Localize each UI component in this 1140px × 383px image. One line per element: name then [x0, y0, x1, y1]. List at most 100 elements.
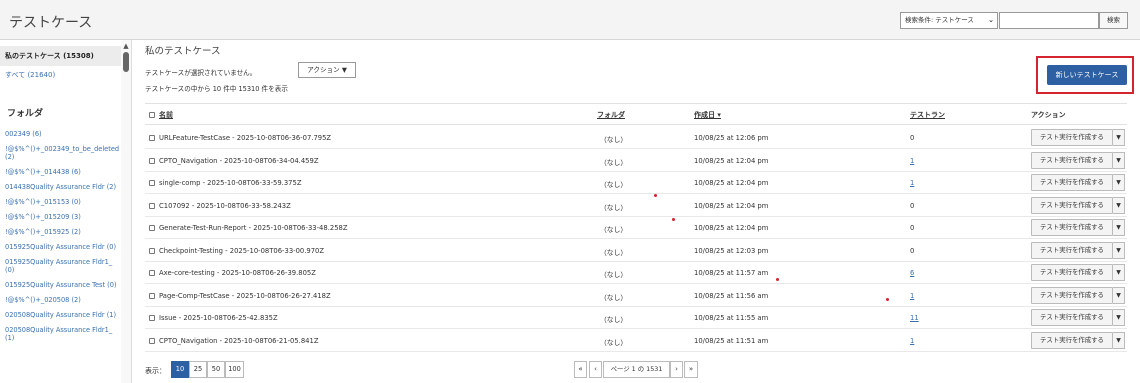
search-condition-label: 検索条件: テストケース	[905, 16, 974, 24]
page-size-option[interactable]: 10	[171, 361, 189, 378]
testcase-testruns[interactable]: 1	[910, 157, 914, 165]
create-test-run-button[interactable]: テスト実行を作成する	[1031, 286, 1113, 304]
table-row: Page-Comp-TestCase - 2025-10-08T06-26-27…	[145, 285, 1127, 307]
row-checkbox[interactable]	[149, 180, 155, 186]
folder-item[interactable]: !@$%^()+_002349_to_be_deleted (2)	[5, 145, 120, 161]
row-checkbox[interactable]	[149, 292, 155, 299]
folder-item[interactable]: 015925Quality Assurance Test (0)	[5, 281, 120, 289]
testcase-created: 10/08/25 at 12:04 pm	[694, 224, 769, 232]
app-header: テストケース 検索条件: テストケース ⌄ 検索	[0, 0, 1140, 40]
create-test-run-button[interactable]: テスト実行を作成する	[1031, 331, 1113, 349]
table-row: CPTO_Navigation - 2025-10-08T06-21-05.84…	[145, 330, 1127, 352]
testcase-name[interactable]: Page-Comp-TestCase - 2025-10-08T06-26-27…	[159, 292, 331, 300]
bulk-action-button[interactable]: アクション ▼	[298, 62, 356, 78]
prev-page-button[interactable]: ‹	[589, 361, 602, 378]
run-dropdown-icon[interactable]: ▼	[1113, 264, 1125, 281]
testcase-testruns[interactable]: 6	[910, 269, 914, 277]
select-all-checkbox[interactable]	[149, 112, 155, 118]
run-dropdown-icon[interactable]: ▼	[1113, 219, 1125, 236]
testcase-testruns: 0	[910, 224, 915, 232]
last-page-button[interactable]: »	[684, 361, 698, 378]
run-dropdown-icon[interactable]: ▼	[1113, 129, 1125, 146]
new-testcase-button[interactable]: 新しいテストケース	[1047, 65, 1127, 85]
table-row: URLFeature-TestCase - 2025-10-08T06-36-0…	[145, 127, 1127, 149]
search-condition-select[interactable]: 検索条件: テストケース ⌄	[900, 12, 998, 29]
sidebar-item-all[interactable]: すべて (21640)	[5, 70, 55, 80]
row-checkbox[interactable]	[149, 270, 155, 276]
testcase-name[interactable]: CPTO_Navigation - 2025-10-08T06-34-04.45…	[159, 157, 318, 165]
testcase-name[interactable]: URLFeature-TestCase - 2025-10-08T06-36-0…	[159, 134, 331, 142]
column-header-testruns[interactable]: テストラン	[910, 110, 945, 120]
folder-item[interactable]: 002349 (6)	[5, 130, 120, 138]
testcase-folder: （なし）	[600, 293, 628, 302]
run-dropdown-icon[interactable]: ▼	[1113, 286, 1125, 304]
testcase-name[interactable]: Axe-core-testing - 2025-10-08T06-26-39.8…	[159, 269, 316, 277]
run-dropdown-icon[interactable]: ▼	[1113, 241, 1125, 259]
row-checkbox[interactable]	[149, 202, 155, 209]
run-dropdown-icon[interactable]: ▼	[1113, 151, 1125, 169]
red-dot-marker	[654, 194, 657, 197]
folder-item[interactable]: 014438Quality Assurance Fldr (2)	[5, 183, 120, 191]
testcase-folder: （なし）	[600, 338, 628, 347]
testcase-folder: （なし）	[600, 181, 628, 189]
column-header-folder[interactable]: フォルダ	[597, 110, 625, 120]
first-page-button[interactable]: «	[574, 361, 587, 378]
run-dropdown-icon[interactable]: ▼	[1113, 174, 1125, 191]
testcase-testruns[interactable]: 1	[910, 292, 914, 300]
column-header-action: アクション	[1031, 111, 1066, 119]
folder-item[interactable]: !@$%^()+_015925 (2)	[5, 228, 120, 236]
scroll-up-icon[interactable]: ▲	[121, 42, 131, 50]
folder-item[interactable]: 020508Quality Assurance Fldr1_ (1)	[5, 326, 120, 342]
create-test-run-button[interactable]: テスト実行を作成する	[1031, 196, 1113, 214]
row-checkbox[interactable]	[149, 315, 155, 321]
column-header-name[interactable]: 名前	[159, 110, 173, 120]
row-checkbox[interactable]	[149, 337, 155, 344]
run-dropdown-icon[interactable]: ▼	[1113, 196, 1125, 214]
create-test-run-button[interactable]: テスト実行を作成する	[1031, 241, 1113, 259]
sidebar-item-my-testcases[interactable]: 私のテストケース (15308)	[0, 46, 121, 66]
sidebar-scroll-thumb[interactable]	[123, 52, 129, 72]
testcase-name[interactable]: single-comp - 2025-10-08T06-33-59.375Z	[159, 179, 301, 187]
folder-item[interactable]: !@$%^()+_015209 (3)	[5, 213, 120, 221]
testcase-name[interactable]: C107092 - 2025-10-08T06-33-58.243Z	[159, 202, 291, 210]
sidebar: 私のテストケース (15308) すべて (21640) フォルダ 002349…	[0, 40, 132, 383]
next-page-button[interactable]: ›	[670, 361, 683, 378]
folder-item[interactable]: 015925Quality Assurance Fldr1_ (0)	[5, 258, 120, 274]
page-size-option[interactable]: 50	[207, 361, 225, 378]
table-row: Axe-core-testing - 2025-10-08T06-26-39.8…	[145, 262, 1127, 284]
create-test-run-button[interactable]: テスト実行を作成する	[1031, 219, 1113, 236]
folder-item[interactable]: 015925Quality Assurance Fldr (0)	[5, 243, 120, 251]
search-input[interactable]	[999, 12, 1099, 29]
create-test-run-button[interactable]: テスト実行を作成する	[1031, 174, 1113, 191]
testcase-name[interactable]: Generate-Test-Run-Report - 2025-10-08T06…	[159, 224, 348, 232]
testcase-created: 10/08/25 at 12:03 pm	[694, 246, 769, 255]
column-header-created[interactable]: 作成日 ▾	[694, 110, 721, 120]
folder-item[interactable]: !@$%^()+_014438 (6)	[5, 168, 120, 176]
testcase-folder: （なし）	[600, 158, 628, 167]
folder-item[interactable]: !@$%^()+_015153 (0)	[5, 198, 120, 206]
page-size-option[interactable]: 25	[189, 361, 207, 378]
create-test-run-button[interactable]: テスト実行を作成する	[1031, 264, 1113, 281]
row-checkbox[interactable]	[149, 225, 155, 231]
testcase-name[interactable]: Checkpoint-Testing - 2025-10-08T06-33-00…	[159, 247, 324, 255]
testcase-testruns[interactable]: 1	[910, 179, 914, 187]
create-test-run-button[interactable]: テスト実行を作成する	[1031, 129, 1113, 146]
testcase-testruns[interactable]: 1	[910, 337, 914, 345]
testcase-name[interactable]: Issue - 2025-10-08T06-25-42.835Z	[159, 314, 278, 322]
testcase-testruns[interactable]: 11	[910, 314, 919, 322]
chevron-down-icon: ⌄	[988, 16, 994, 24]
folder-item[interactable]: !@$%^()+_020508 (2)	[5, 296, 120, 304]
table-row: Checkpoint-Testing - 2025-10-08T06-33-00…	[145, 240, 1127, 262]
run-dropdown-icon[interactable]: ▼	[1113, 331, 1125, 349]
search-button[interactable]: 検索	[1099, 12, 1128, 29]
testcase-name[interactable]: CPTO_Navigation - 2025-10-08T06-21-05.84…	[159, 337, 318, 345]
row-checkbox[interactable]	[149, 135, 155, 141]
create-test-run-button[interactable]: テスト実行を作成する	[1031, 309, 1113, 326]
run-dropdown-icon[interactable]: ▼	[1113, 309, 1125, 326]
sidebar-scrollbar[interactable]	[121, 40, 131, 383]
folder-item[interactable]: 020508Quality Assurance Fldr (1)	[5, 311, 120, 319]
page-size-option[interactable]: 100	[225, 361, 244, 378]
row-checkbox[interactable]	[149, 157, 155, 164]
create-test-run-button[interactable]: テスト実行を作成する	[1031, 151, 1113, 169]
row-checkbox[interactable]	[149, 247, 155, 254]
